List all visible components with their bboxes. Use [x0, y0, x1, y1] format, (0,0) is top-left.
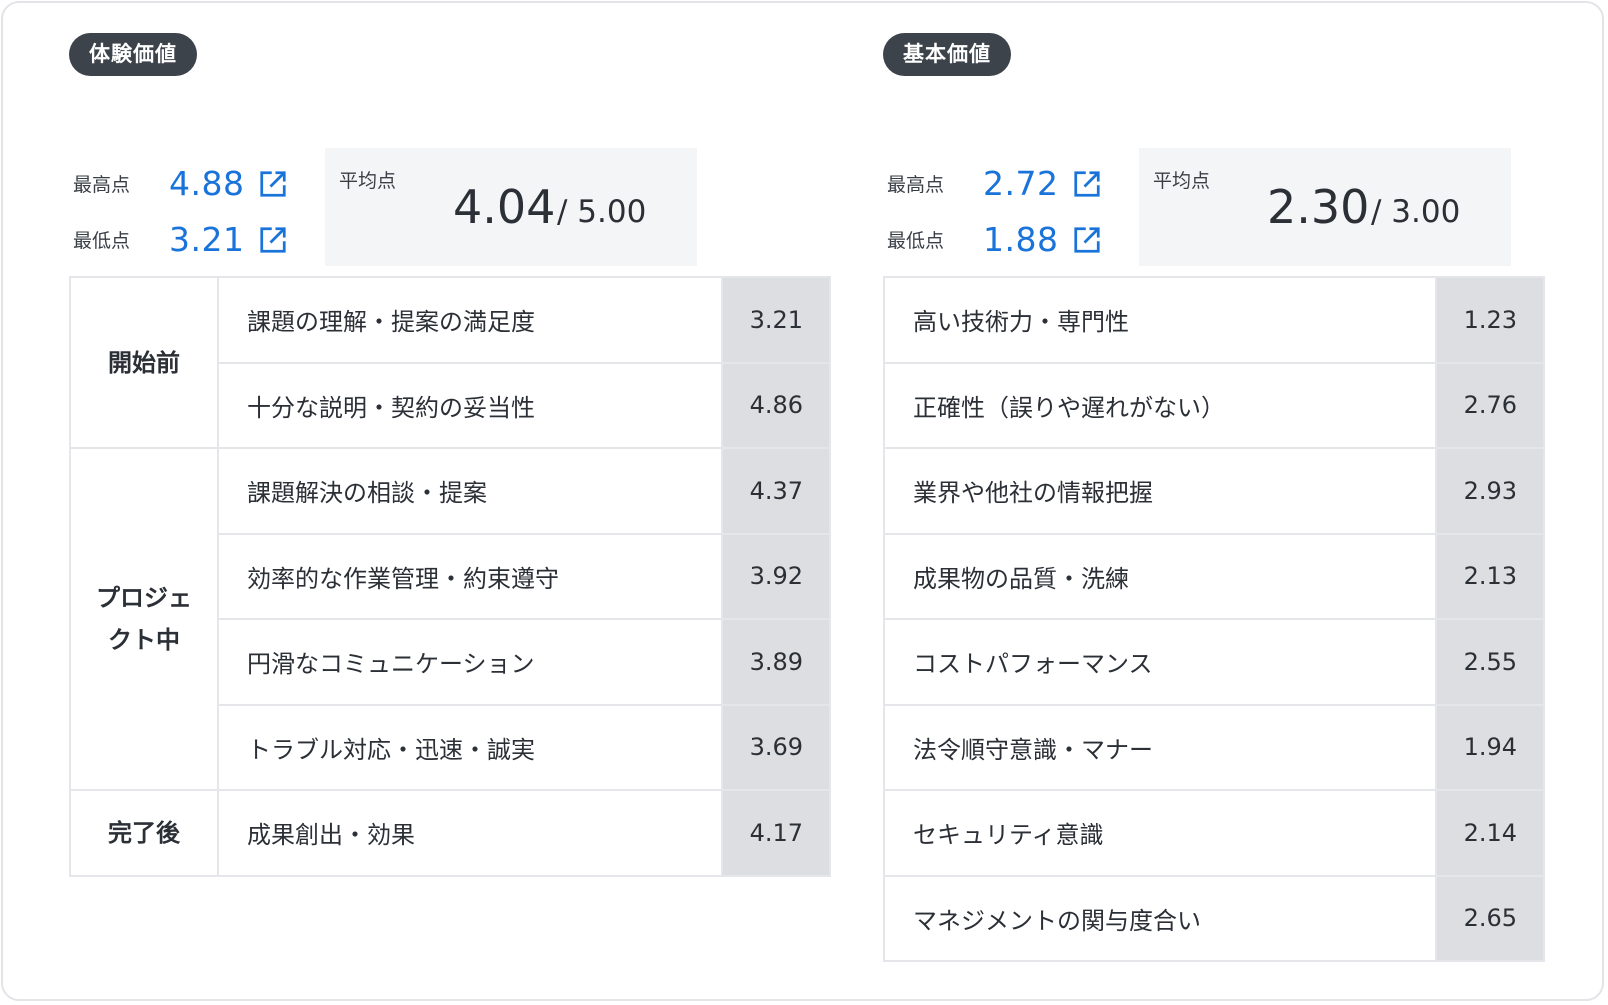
phase-label-text: プロジェクト中 [96, 584, 192, 654]
experience-value-tag: 体験価値 [69, 33, 197, 76]
item-label: 正確性（誤りや遅れがない） [883, 361, 1437, 449]
item-score: 3.92 [721, 532, 831, 620]
min-score-value[interactable]: 1.88 [983, 220, 1058, 259]
evaluation-card: 体験価値 最高点 4.88 最低点 3.21 平均点 4.04 / 5.00 開… [1, 1, 1604, 1001]
item-score: 2.76 [1435, 361, 1545, 449]
item-score: 3.69 [721, 703, 831, 791]
average-max: / 3.00 [1371, 194, 1461, 230]
item-score: 2.93 [1435, 447, 1545, 535]
basic-score-summary: 最高点 2.72 最低点 1.88 平均点 2.30 / 3.00 [883, 76, 1545, 286]
item-score: 3.89 [721, 618, 831, 706]
item-label: セキュリティ意識 [883, 789, 1437, 877]
basic-score-table: 高い技術力・専門性 1.23 正確性（誤りや遅れがない） 2.76 業界や他社の… [883, 276, 1545, 962]
item-label: 成果物の品質・洗練 [883, 532, 1437, 620]
min-score-row: 最低点 3.21 [73, 220, 288, 259]
item-label: マネジメントの関与度合い [883, 874, 1437, 962]
table-row: 完了後 成果創出・効果 4.17 [69, 789, 831, 877]
item-label: トラブル対応・迅速・誠実 [217, 703, 723, 791]
item-score: 2.14 [1435, 789, 1545, 877]
table-row: 法令順守意識・マナー 1.94 [883, 703, 1545, 791]
item-score: 4.86 [721, 361, 831, 449]
basic-value-tag: 基本価値 [883, 33, 1011, 76]
phase-label: 完了後 [69, 789, 219, 877]
table-row: マネジメントの関与度合い 2.65 [883, 874, 1545, 962]
max-score-label: 最高点 [73, 174, 131, 196]
min-score-value[interactable]: 3.21 [169, 220, 244, 259]
max-score-row: 最高点 2.72 [887, 164, 1102, 203]
item-label: 効率的な作業管理・約束遵守 [217, 532, 723, 620]
table-row: 業界や他社の情報把握 2.93 [883, 447, 1545, 535]
average-max: / 5.00 [557, 194, 647, 230]
table-row: 高い技術力・専門性 1.23 [883, 276, 1545, 364]
max-score-row: 最高点 4.88 [73, 164, 288, 203]
max-score-value[interactable]: 4.88 [169, 164, 244, 203]
external-link-icon[interactable] [1072, 169, 1102, 199]
item-score: 2.65 [1435, 874, 1545, 962]
phase-label: 開始前 [69, 276, 219, 449]
item-label: 円滑なコミュニケーション [217, 618, 723, 706]
min-score-label: 最低点 [73, 230, 131, 252]
item-label: 高い技術力・専門性 [883, 276, 1437, 364]
external-link-icon[interactable] [258, 225, 288, 255]
item-label: コストパフォーマンス [883, 618, 1437, 706]
item-score: 3.21 [721, 276, 831, 364]
experience-score-table: 開始前 課題の理解・提案の満足度 3.21 十分な説明・契約の妥当性 4.86 … [69, 276, 831, 877]
min-score-row: 最低点 1.88 [887, 220, 1102, 259]
table-row: 成果物の品質・洗練 2.13 [883, 532, 1545, 620]
item-score: 2.13 [1435, 532, 1545, 620]
item-score: 4.17 [721, 789, 831, 877]
average-value: 2.30 [1267, 180, 1370, 234]
table-row: プロジェクト中 課題解決の相談・提案 4.37 [69, 447, 831, 791]
item-label: 十分な説明・契約の妥当性 [217, 361, 723, 449]
item-score: 1.23 [1435, 276, 1545, 364]
item-label: 成果創出・効果 [217, 789, 723, 877]
max-score-label: 最高点 [887, 174, 945, 196]
average-value: 4.04 [453, 180, 556, 234]
item-label: 課題解決の相談・提案 [217, 447, 723, 535]
table-row: セキュリティ意識 2.14 [883, 789, 1545, 877]
item-score: 1.94 [1435, 703, 1545, 791]
external-link-icon[interactable] [258, 169, 288, 199]
phase-label: プロジェクト中 [69, 447, 219, 791]
item-label: 業界や他社の情報把握 [883, 447, 1437, 535]
max-score-value[interactable]: 2.72 [983, 164, 1058, 203]
experience-value-panel: 体験価値 最高点 4.88 最低点 3.21 平均点 4.04 / 5.00 開… [69, 33, 831, 877]
table-row: コストパフォーマンス 2.55 [883, 618, 1545, 706]
experience-score-summary: 最高点 4.88 最低点 3.21 平均点 4.04 / 5.00 [69, 76, 831, 286]
average-score-box: 平均点 2.30 / 3.00 [1139, 148, 1511, 266]
item-score: 4.37 [721, 447, 831, 535]
basic-value-panel: 基本価値 最高点 2.72 最低点 1.88 平均点 2.30 / 3.00 高… [883, 33, 1545, 962]
item-score: 2.55 [1435, 618, 1545, 706]
table-row: 正確性（誤りや遅れがない） 2.76 [883, 361, 1545, 449]
average-label: 平均点 [339, 170, 397, 192]
item-label: 課題の理解・提案の満足度 [217, 276, 723, 364]
external-link-icon[interactable] [1072, 225, 1102, 255]
average-label: 平均点 [1153, 170, 1211, 192]
average-score-box: 平均点 4.04 / 5.00 [325, 148, 697, 266]
item-label: 法令順守意識・マナー [883, 703, 1437, 791]
min-score-label: 最低点 [887, 230, 945, 252]
table-row: 開始前 課題の理解・提案の満足度 3.21 [69, 276, 831, 449]
